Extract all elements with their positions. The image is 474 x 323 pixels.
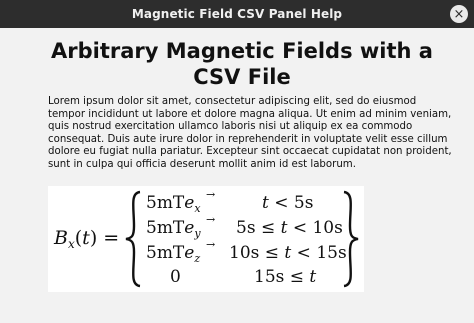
svg-text:5mTez: 5mTez — [146, 243, 200, 265]
svg-text:5s ≤ t < 10s: 5s ≤ t < 10s — [236, 218, 343, 238]
svg-text:→: → — [206, 213, 215, 226]
formula-row: 5mTex → t < 5s — [146, 188, 313, 215]
svg-text:5mTey: 5mTey — [146, 218, 201, 240]
svg-text:0: 0 — [170, 267, 181, 287]
svg-text:Bx(t) =: Bx(t) = — [53, 227, 119, 251]
piecewise-field-formula: Bx(t) = 5mTex → t < 5s 5mTey → 5s ≤ t < … — [53, 188, 359, 288]
page-title-line-1: Arbitrary Magnetic Fields with a — [51, 39, 433, 63]
window-title: Magnetic Field CSV Panel Help — [131, 7, 343, 21]
svg-text:10s ≤ t < 15s: 10s ≤ t < 15s — [229, 243, 347, 263]
formula-row: 5mTez → 10s ≤ t < 15s — [146, 238, 347, 265]
title-bar[interactable]: Magnetic Field CSV Panel Help × — [0, 0, 474, 28]
formula-lhs: Bx(t) = — [53, 227, 119, 251]
formula-row: 0 15s ≤ t — [170, 267, 316, 287]
svg-text:→: → — [206, 188, 215, 201]
right-brace — [343, 190, 359, 288]
description-paragraph: Lorem ipsum dolor sit amet, consectetur … — [48, 96, 452, 170]
help-window: Magnetic Field CSV Panel Help × Arbitrar… — [0, 0, 474, 323]
svg-text:5mTex: 5mTex — [146, 193, 201, 215]
svg-text:→: → — [206, 238, 215, 251]
page-title-line-2: CSV File — [193, 65, 291, 89]
formula-image: Bx(t) = 5mTex → t < 5s 5mTey → 5s ≤ t < … — [48, 186, 364, 292]
svg-text:t < 5s: t < 5s — [262, 193, 313, 213]
formula-row: 5mTey → 5s ≤ t < 10s — [146, 213, 343, 240]
help-content: Arbitrary Magnetic Fields with a CSV Fil… — [0, 28, 474, 172]
left-brace — [125, 190, 141, 288]
page-title: Arbitrary Magnetic Fields with a CSV Fil… — [12, 38, 472, 90]
svg-text:15s ≤ t: 15s ≤ t — [254, 267, 316, 287]
close-icon[interactable]: × — [450, 5, 468, 23]
